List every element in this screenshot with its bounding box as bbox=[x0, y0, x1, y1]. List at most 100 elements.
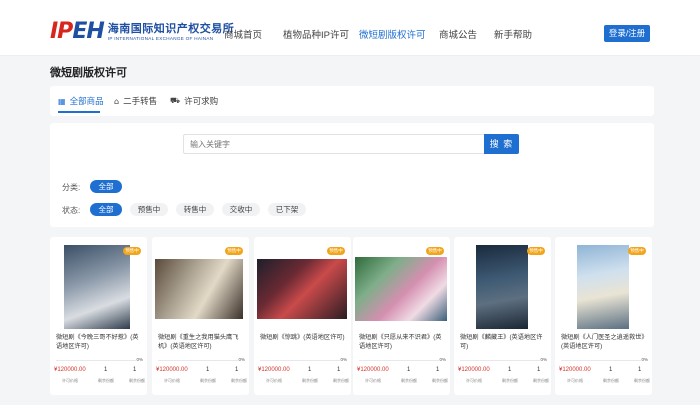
tab-bar: ▦ 全部商品 ⌂ 二手转售 ⛟ 许可求购 bbox=[50, 86, 654, 116]
progress-bar bbox=[56, 360, 136, 361]
home-icon: ⌂ bbox=[114, 96, 120, 106]
site-header: IPEH 海南国际知识产权交易所 IP INTERNATIONAL EXCHAN… bbox=[0, 0, 700, 56]
product-price: ¥120000.00 bbox=[458, 367, 490, 373]
grid-icon: ▦ bbox=[58, 96, 66, 106]
progress-percent: 0% bbox=[540, 357, 547, 362]
cart-icon: ⛟ bbox=[170, 96, 181, 105]
progress-bar bbox=[460, 360, 540, 361]
product-card[interactable]: 预售中 微短剧《重生之我用猫头鹰飞机》(英语地区许可) 0% ¥120000.0… bbox=[152, 237, 249, 395]
progress-bar bbox=[359, 360, 439, 361]
product-title: 微短剧《惊跳》(英语地区许可) bbox=[260, 334, 345, 341]
product-title: 微短剧《人门医圣之逍遥救世》(英语地区许可) bbox=[561, 334, 648, 350]
product-poster bbox=[476, 245, 528, 329]
status-badge: 预售中 bbox=[123, 247, 141, 255]
nav-item-notice[interactable]: 商城公告 bbox=[439, 27, 477, 41]
login-register-button[interactable]: 登录/注册 bbox=[604, 25, 650, 42]
share-caption: 剩余份额 bbox=[129, 378, 145, 383]
status-chip-resale[interactable]: 转售中 bbox=[176, 203, 214, 216]
product-price: ¥120000.00 bbox=[156, 367, 188, 373]
share-caption: 剩余份额 bbox=[401, 378, 417, 383]
nav-item-help[interactable]: 新手帮助 bbox=[494, 27, 532, 41]
share-caption: 剩余份额 bbox=[200, 378, 216, 383]
share-count: 1 bbox=[337, 367, 341, 373]
search-button[interactable]: 搜 索 bbox=[484, 134, 519, 154]
progress-percent: 0% bbox=[439, 357, 446, 362]
product-poster bbox=[155, 259, 243, 319]
share-caption: 剩余份额 bbox=[98, 378, 114, 383]
product-price: ¥120000.00 bbox=[559, 367, 591, 373]
price-caption: 许可价格 bbox=[466, 378, 482, 383]
search-input[interactable] bbox=[183, 134, 484, 154]
status-badge: 预售中 bbox=[327, 247, 345, 255]
price-caption: 许可价格 bbox=[365, 378, 381, 383]
progress-percent: 0% bbox=[340, 357, 347, 362]
share-caption: 剩余份额 bbox=[502, 378, 518, 383]
product-title: 微短剧《重生之我用猫头鹰飞机》(英语地区许可) bbox=[158, 334, 239, 350]
nav-item-plant-ip[interactable]: 植物品种IP许可 bbox=[283, 27, 349, 41]
product-price: ¥120000.00 bbox=[357, 367, 389, 373]
share-caption: 剩余份额 bbox=[603, 378, 619, 383]
progress-percent: 0% bbox=[238, 357, 245, 362]
product-poster bbox=[64, 245, 130, 329]
logo-mark-prefix: IP bbox=[50, 19, 73, 44]
status-filter-label: 状态: bbox=[62, 206, 81, 215]
share-caption: 剩余份额 bbox=[634, 378, 650, 383]
status-chip-delivery[interactable]: 交收中 bbox=[222, 203, 260, 216]
share-count: 1 bbox=[308, 367, 312, 373]
nav-item-drama-license[interactable]: 微短剧版权许可 bbox=[359, 27, 426, 41]
tab-all-products[interactable]: ▦ 全部商品 bbox=[58, 95, 104, 107]
page-title: 微短剧版权许可 bbox=[50, 67, 127, 79]
share-count: 1 bbox=[104, 367, 108, 373]
active-tab-indicator bbox=[58, 111, 100, 113]
price-caption: 许可价格 bbox=[62, 378, 78, 383]
price-caption: 许可价格 bbox=[567, 378, 583, 383]
share-count: 1 bbox=[638, 367, 642, 373]
price-caption: 许可价格 bbox=[164, 378, 180, 383]
product-price: ¥120000.00 bbox=[54, 367, 86, 373]
share-caption: 剩余份额 bbox=[302, 378, 318, 383]
product-title: 微短剧《麟藏王》(英语地区许可) bbox=[460, 334, 543, 350]
status-badge: 预售中 bbox=[225, 247, 243, 255]
product-price: ¥120000.00 bbox=[258, 367, 290, 373]
logo-mark: IPEH bbox=[50, 19, 105, 44]
product-card[interactable]: 预售中 微短剧《麟藏王》(英语地区许可) 0% ¥120000.00 1 1 许… bbox=[454, 237, 551, 395]
product-card[interactable]: 预售中 微短剧《人门医圣之逍遥救世》(英语地区许可) 0% ¥120000.00… bbox=[555, 237, 652, 395]
site-logo[interactable]: IPEH 海南国际知识产权交易所 IP INTERNATIONAL EXCHAN… bbox=[50, 20, 234, 44]
nav-item-home[interactable]: 商城首页 bbox=[224, 27, 262, 41]
status-chip-all[interactable]: 全部 bbox=[90, 203, 122, 216]
product-poster bbox=[355, 257, 447, 321]
status-badge: 预售中 bbox=[426, 247, 444, 255]
progress-bar bbox=[260, 360, 340, 361]
logo-name-cn: 海南国际知识产权交易所 bbox=[107, 22, 235, 35]
product-poster bbox=[257, 259, 347, 319]
share-caption: 剩余份额 bbox=[533, 378, 549, 383]
share-count: 1 bbox=[436, 367, 440, 373]
share-count: 1 bbox=[537, 367, 541, 373]
tab-resale[interactable]: ⌂ 二手转售 bbox=[114, 95, 157, 107]
product-title: 微短剧《今晚三哥不好惹》(英语地区许可) bbox=[56, 334, 139, 350]
share-count: 1 bbox=[407, 367, 411, 373]
share-count: 1 bbox=[609, 367, 613, 373]
tab-label: 全部商品 bbox=[69, 96, 104, 106]
logo-mark-suffix: EH bbox=[72, 19, 104, 44]
product-card[interactable]: 预售中 微短剧《只愿从来不识君》(英语地区许可) 0% ¥120000.00 1… bbox=[353, 237, 450, 395]
product-card[interactable]: 预售中 微短剧《惊跳》(英语地区许可) 0% ¥120000.00 1 1 许可… bbox=[254, 237, 351, 395]
category-chip-all[interactable]: 全部 bbox=[90, 180, 122, 193]
product-card[interactable]: 预售中 微短剧《今晚三哥不好惹》(英语地区许可) 0% ¥120000.00 1… bbox=[50, 237, 147, 395]
share-caption: 剩余份额 bbox=[333, 378, 349, 383]
share-count: 1 bbox=[508, 367, 512, 373]
share-caption: 剩余份额 bbox=[231, 378, 247, 383]
progress-bar bbox=[158, 360, 238, 361]
progress-bar bbox=[561, 360, 641, 361]
tab-label: 许可求购 bbox=[184, 96, 219, 106]
tab-purchase-request[interactable]: ⛟ 许可求购 bbox=[170, 95, 218, 107]
share-caption: 剩余份额 bbox=[432, 378, 448, 383]
status-chip-presale[interactable]: 预售中 bbox=[130, 203, 168, 216]
product-title: 微短剧《只愿从来不识君》(英语地区许可) bbox=[359, 334, 442, 350]
status-chip-delisted[interactable]: 已下架 bbox=[268, 203, 306, 216]
filter-panel: 搜 索 分类: 全部 状态: 全部 预售中 转售中 交收中 已下架 bbox=[50, 123, 654, 227]
progress-percent: 0% bbox=[641, 357, 648, 362]
price-caption: 许可价格 bbox=[266, 378, 282, 383]
status-badge: 预售中 bbox=[628, 247, 646, 255]
share-count: 1 bbox=[235, 367, 239, 373]
